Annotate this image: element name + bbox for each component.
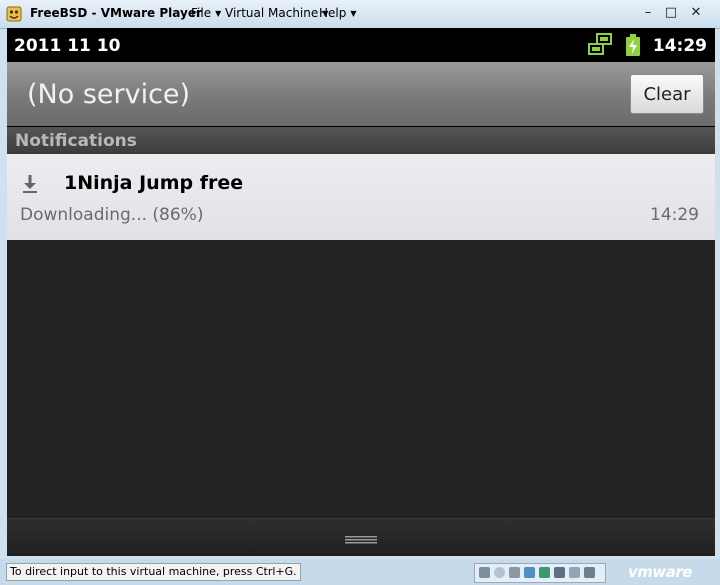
- window-title: FreeBSD - VMware Player: [30, 6, 202, 20]
- notification-empty-area: [7, 240, 715, 518]
- notification-time: 14:29: [650, 205, 699, 225]
- chevron-down-icon: ▼: [350, 9, 357, 18]
- message-icon[interactable]: [584, 567, 595, 578]
- usb-icon[interactable]: [539, 567, 550, 578]
- device-tray[interactable]: [474, 563, 606, 583]
- status-bar[interactable]: 2011 11 10 14:29: [7, 28, 715, 62]
- status-time: 14:29: [652, 36, 707, 56]
- floppy-icon[interactable]: [509, 567, 520, 578]
- menu-help[interactable]: Help ▼: [319, 6, 357, 20]
- download-icon: [23, 175, 37, 193]
- vmware-app-icon: [6, 6, 22, 22]
- notification-title: 1Ninja Jump free: [64, 172, 244, 194]
- chevron-down-icon: ▼: [215, 9, 222, 18]
- network-adapter-icon[interactable]: [524, 567, 535, 578]
- cdrom-icon[interactable]: [494, 567, 505, 578]
- notifications-title: Notifications: [15, 131, 137, 151]
- close-button[interactable]: ✕: [686, 4, 706, 22]
- shade-handle-bar[interactable]: [7, 518, 715, 556]
- vmware-logo: vmware: [628, 563, 692, 581]
- vmware-status-bar: To direct input to this virtual machine,…: [0, 559, 720, 585]
- android-screen[interactable]: 2011 11 10 14:29 (No service) Clear Noti…: [7, 28, 715, 556]
- window-title-bar: FreeBSD - VMware Player File ▼ Virtual Ma…: [0, 0, 720, 29]
- sound-icon[interactable]: [569, 567, 580, 578]
- hard-disk-icon[interactable]: [479, 567, 490, 578]
- menu-virtual-machine[interactable]: Virtual Machine ▼: [225, 6, 328, 20]
- menu-file[interactable]: File ▼: [191, 6, 221, 20]
- notifications-header: Notifications: [7, 127, 715, 154]
- notification-item[interactable]: 1Ninja Jump free Downloading... (86%) 14…: [7, 154, 715, 240]
- minimize-button[interactable]: –: [638, 4, 658, 22]
- status-date: 2011 11 10: [14, 36, 121, 56]
- battery-charging-icon: [626, 34, 640, 56]
- drag-handle-icon[interactable]: [345, 536, 377, 544]
- network-sync-icon: [588, 33, 612, 55]
- carrier-status: (No service): [27, 79, 191, 110]
- clear-button[interactable]: Clear: [630, 74, 704, 114]
- printer-icon[interactable]: [554, 567, 565, 578]
- maximize-button[interactable]: □: [661, 4, 681, 22]
- notification-status: Downloading... (86%): [20, 205, 204, 225]
- input-hint: To direct input to this virtual machine,…: [6, 563, 301, 581]
- service-header: (No service) Clear: [7, 62, 715, 126]
